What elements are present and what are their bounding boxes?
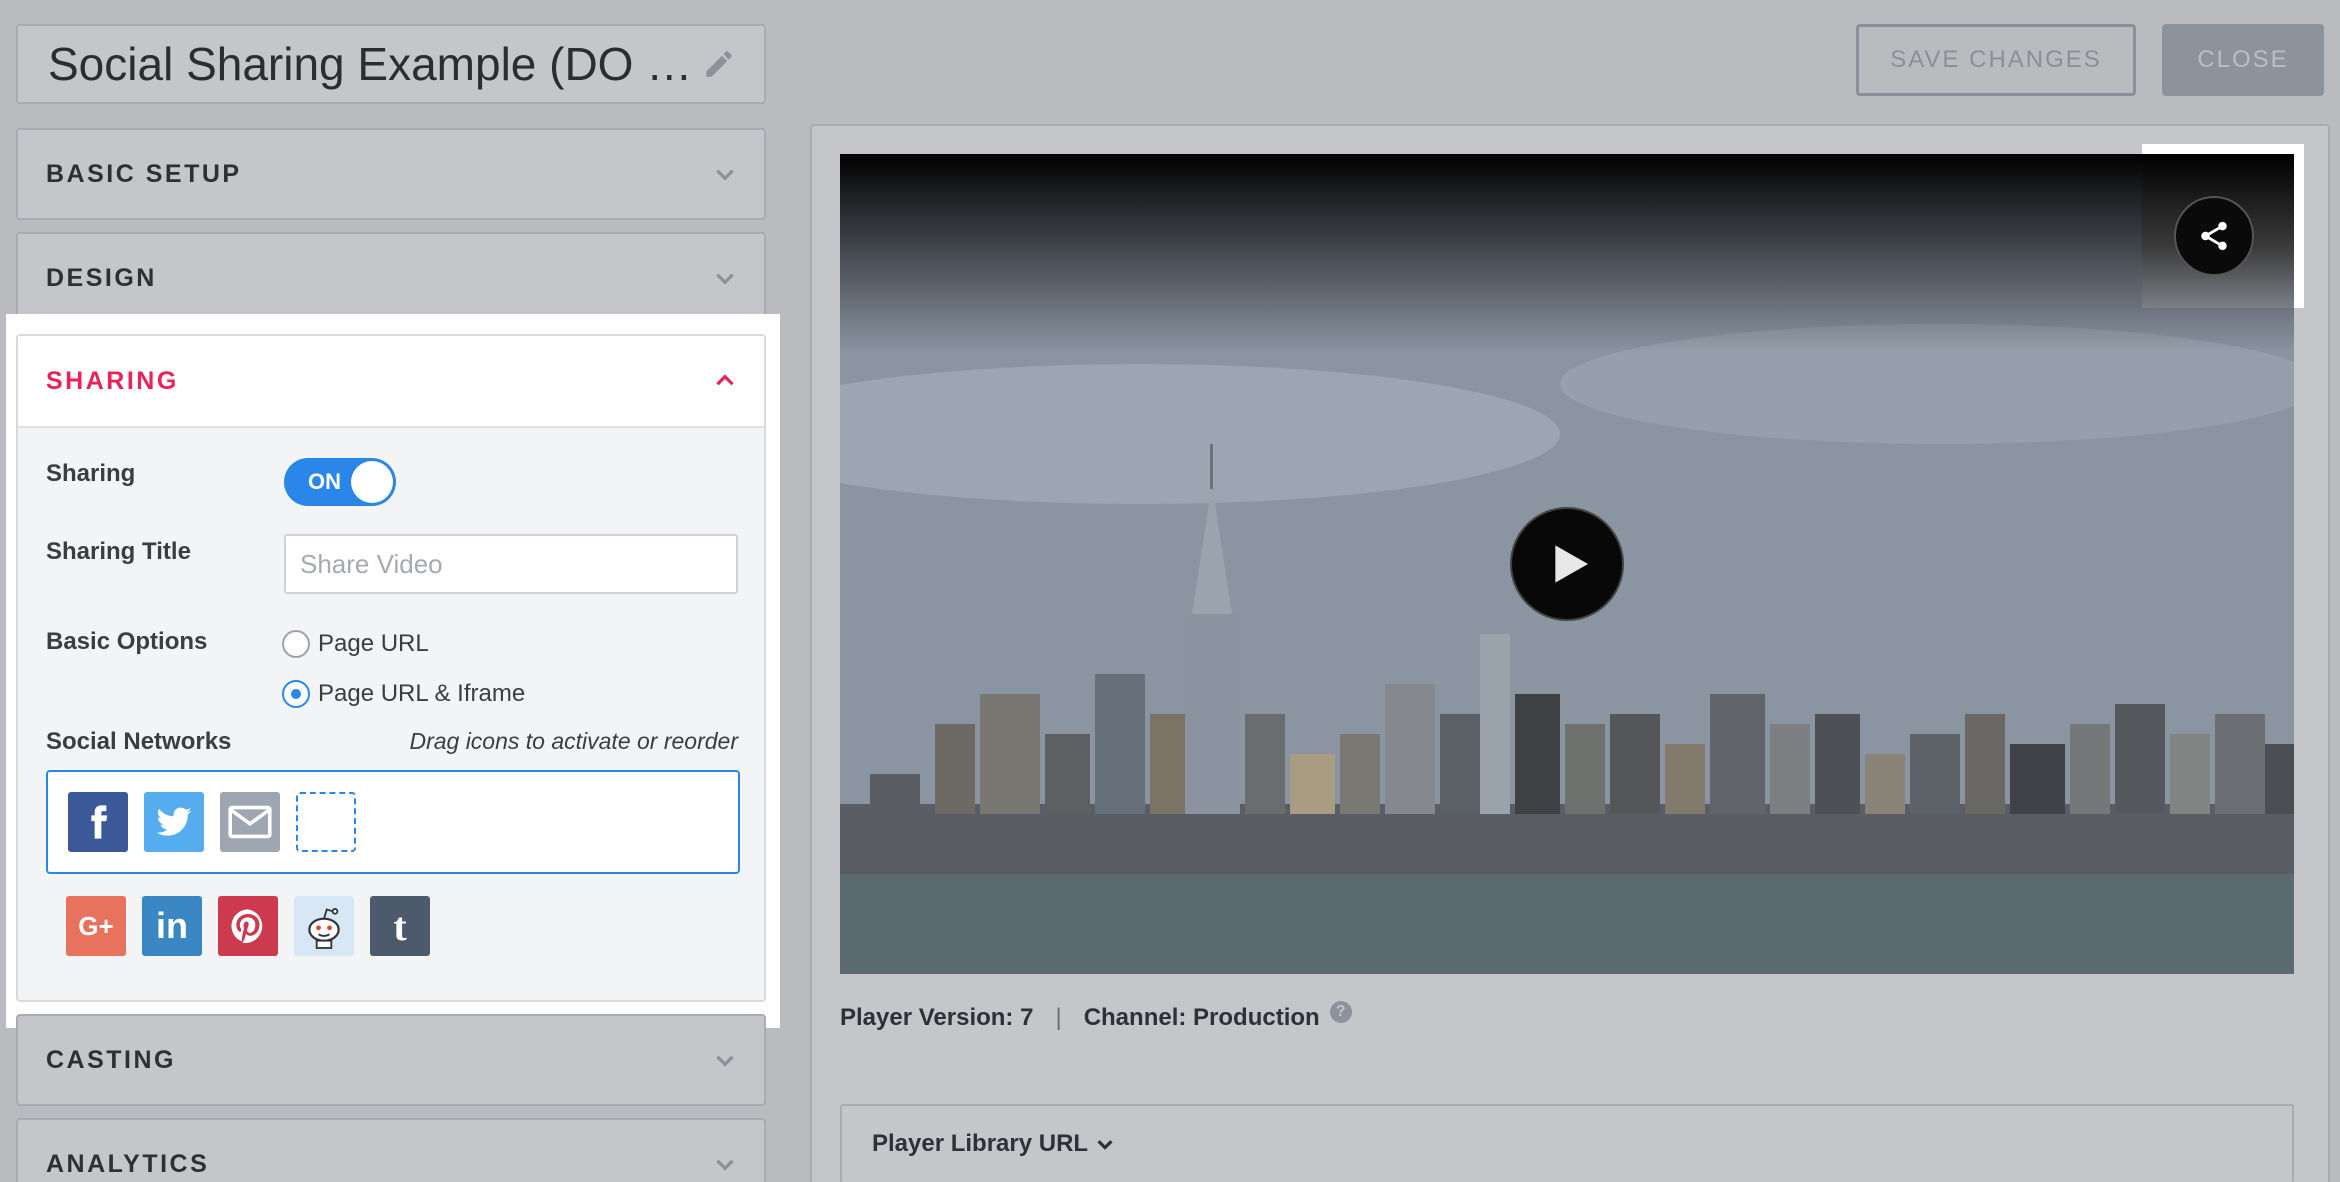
casting-section[interactable]: CASTING bbox=[16, 1014, 766, 1106]
share-button[interactable] bbox=[2174, 196, 2254, 276]
facebook-icon[interactable] bbox=[68, 792, 128, 852]
toggle-knob bbox=[351, 461, 393, 503]
radio-page-url[interactable] bbox=[282, 630, 310, 658]
section-label-sharing: SHARING bbox=[46, 366, 179, 395]
design-section[interactable]: DESIGN bbox=[16, 232, 766, 324]
help-icon[interactable]: ? bbox=[1329, 1001, 1352, 1023]
chevron-down-icon bbox=[716, 169, 734, 181]
sharing-toggle-label: Sharing bbox=[46, 460, 136, 487]
option-page-url-iframe[interactable]: Page URL & Iframe bbox=[282, 680, 525, 708]
sharing-title-input[interactable]: Share Video bbox=[284, 534, 738, 594]
meta-separator: | bbox=[1055, 1004, 1062, 1031]
sharing-title-label: Sharing Title bbox=[46, 538, 191, 565]
email-icon[interactable] bbox=[220, 792, 280, 852]
basic-options-label: Basic Options bbox=[46, 628, 208, 655]
tumblr-icon[interactable]: t bbox=[370, 896, 430, 956]
networks-hint: Drag icons to activate or reorder bbox=[409, 728, 738, 754]
empty-slot-placeholder[interactable] bbox=[296, 792, 356, 852]
chevron-down-icon bbox=[716, 1159, 734, 1171]
player-version: Player Version: 7 bbox=[840, 1004, 1034, 1031]
option-page-url[interactable]: Page URL bbox=[282, 630, 429, 658]
sharing-toggle[interactable]: ON bbox=[284, 458, 396, 506]
pencil-icon[interactable] bbox=[702, 47, 736, 81]
save-changes-button[interactable]: SAVE CHANGES bbox=[1856, 24, 2136, 96]
linkedin-icon[interactable]: in bbox=[142, 896, 202, 956]
toggle-state: ON bbox=[308, 469, 341, 494]
active-networks-dropzone[interactable] bbox=[46, 770, 740, 874]
analytics-section[interactable]: ANALYTICS bbox=[16, 1118, 766, 1182]
reddit-icon[interactable] bbox=[294, 896, 354, 956]
google-plus-icon[interactable]: G+ bbox=[66, 896, 126, 956]
sharing-title-placeholder: Share Video bbox=[300, 548, 443, 579]
share-icon bbox=[2201, 221, 2227, 251]
section-label-design: DESIGN bbox=[46, 263, 157, 292]
player-library-url-label: Player Library URL bbox=[872, 1130, 1089, 1157]
basic-setup-section[interactable]: BASIC SETUP bbox=[16, 128, 766, 220]
play-icon bbox=[1555, 545, 1588, 583]
player-library-url-toggle[interactable]: Player Library URL bbox=[840, 1104, 2294, 1182]
option-page-url-iframe-label: Page URL & Iframe bbox=[318, 680, 526, 707]
player-title: Social Sharing Example (DO … bbox=[48, 38, 693, 90]
sharing-section-header[interactable]: SHARING bbox=[18, 336, 764, 428]
channel-info: Channel: Production bbox=[1083, 1004, 1320, 1031]
player-meta: Player Version: 7 | Channel: Production … bbox=[840, 1001, 1352, 1032]
social-networks-label: Social Networks bbox=[46, 728, 232, 755]
close-button[interactable]: CLOSE bbox=[2162, 24, 2324, 96]
section-label-casting: CASTING bbox=[46, 1045, 176, 1074]
player-title-field[interactable]: Social Sharing Example (DO … bbox=[16, 24, 766, 104]
section-label-analytics: ANALYTICS bbox=[46, 1149, 210, 1178]
twitter-icon[interactable] bbox=[144, 792, 204, 852]
radio-page-url-iframe[interactable] bbox=[282, 680, 310, 708]
section-label-basic-setup: BASIC SETUP bbox=[46, 159, 242, 188]
chevron-down-icon bbox=[716, 1055, 734, 1067]
option-page-url-label: Page URL bbox=[318, 630, 429, 657]
sharing-section: SHARING Sharing ON Sharing Title Share V… bbox=[16, 334, 766, 1002]
chevron-down-icon bbox=[716, 273, 734, 285]
play-button[interactable] bbox=[1510, 507, 1624, 621]
chevron-down-icon bbox=[1097, 1140, 1113, 1150]
chevron-up-icon bbox=[716, 374, 734, 386]
pinterest-icon[interactable] bbox=[218, 896, 278, 956]
